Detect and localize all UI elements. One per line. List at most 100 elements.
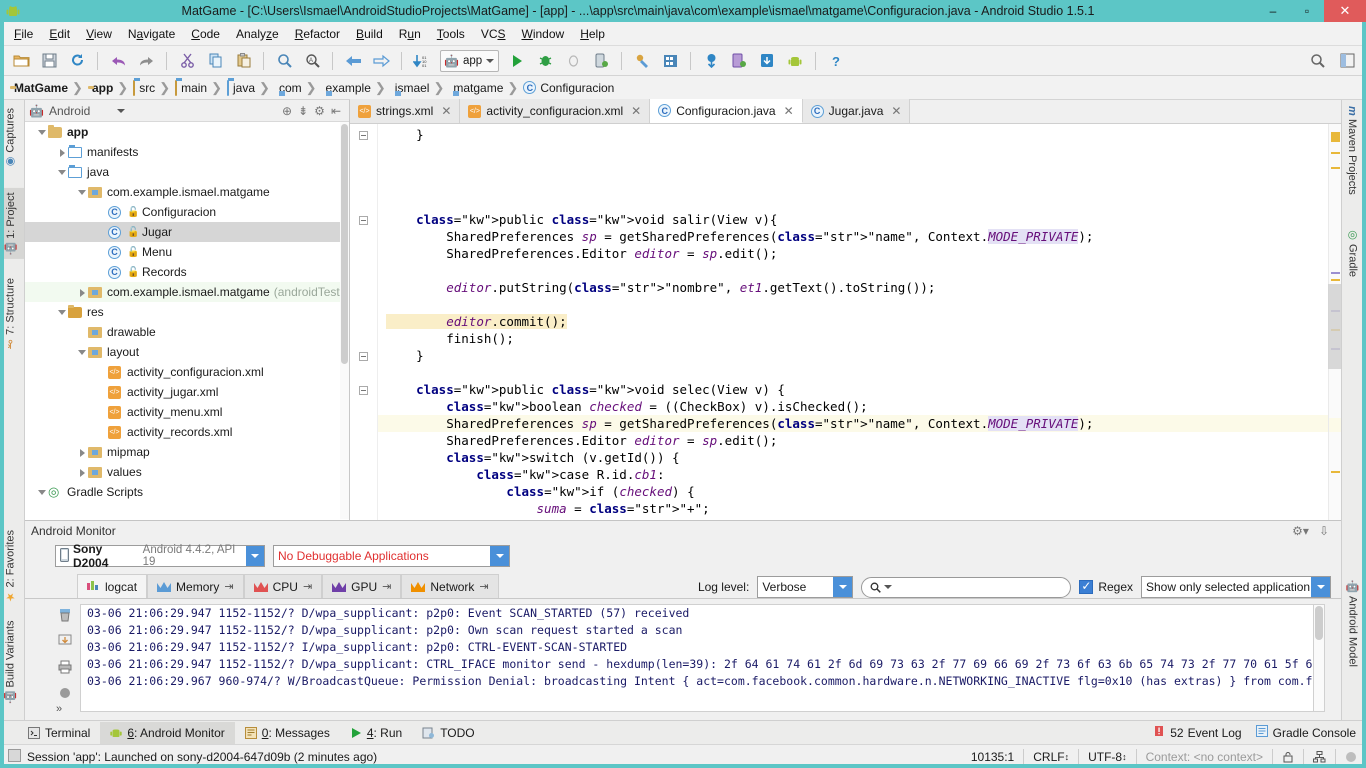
save-all-icon[interactable] [36, 49, 62, 73]
status-message[interactable]: Session 'app': Launched on sony-d2004-64… [27, 750, 377, 764]
sidebar-item-gradle[interactable]: ◎ Gradle [1346, 228, 1359, 277]
project-view-selector[interactable]: 🤖 Android [29, 104, 126, 118]
compile-icon[interactable]: 01 10 01 [409, 49, 435, 73]
collapse-all-icon[interactable]: ⇟ [298, 104, 308, 118]
breadcrumb-item-src[interactable]: src [129, 79, 158, 96]
sidebar-item-favorites[interactable]: ★ 2: Favorites [4, 530, 18, 603]
sdk-manager-icon[interactable] [629, 49, 655, 73]
lock-icon[interactable] [1272, 748, 1303, 765]
debuggable-app-selector[interactable]: No Debuggable Applications [273, 545, 510, 567]
maximize-button[interactable]: ▫ [1290, 0, 1324, 22]
code-line[interactable]: class="kw">switch (v.getId()) { [378, 449, 1341, 466]
monitor-tab-gpu[interactable]: GPU ⇥ [322, 574, 402, 598]
close-icon[interactable]: ✕ [441, 104, 451, 118]
close-icon[interactable]: ✕ [631, 104, 641, 118]
breadcrumb-item-com[interactable]: com [271, 81, 305, 95]
sidebar-item-build-variants[interactable]: 🤖 Build Variants [4, 620, 18, 704]
hide-panel-icon[interactable]: ⇤ [331, 104, 341, 118]
monitor-tab-network[interactable]: Network ⇥ [401, 574, 499, 598]
menu-item-run[interactable]: Run [391, 23, 429, 45]
breadcrumb-item-configuracion[interactable]: C Configuracion [519, 81, 617, 95]
code-line[interactable]: SharedPreferences sp = getSharedPreferen… [378, 228, 1341, 245]
bottom-tab-todo[interactable]: TODO [412, 722, 484, 744]
target-icon[interactable]: ⊕ [282, 104, 292, 118]
tree-item-activity-jugar-xml[interactable]: </> activity_jugar.xml [25, 382, 349, 402]
tree-item-layout[interactable]: layout [25, 342, 349, 362]
bottom-tab-terminal[interactable]: Terminal [18, 722, 100, 744]
fold-marker[interactable] [359, 131, 368, 140]
detach-icon[interactable]: ⇥ [479, 580, 488, 593]
cut-icon[interactable] [174, 49, 200, 73]
avd-manager-icon[interactable] [657, 49, 683, 73]
code-line[interactable] [378, 143, 1341, 160]
menu-item-analyze[interactable]: Analyze [228, 23, 287, 45]
tree-expander[interactable] [37, 127, 48, 138]
tree-item-gradle-scripts[interactable]: ◎ Gradle Scripts [25, 482, 349, 502]
tree-item-menu[interactable]: C 🔓 Menu [25, 242, 349, 262]
monitor-tab-logcat[interactable]: logcat [77, 574, 148, 598]
bottom-tab-0--messages[interactable]: 0: Messages [235, 722, 340, 744]
menu-item-navigate[interactable]: Navigate [120, 23, 183, 45]
copy-icon[interactable] [202, 49, 228, 73]
tree-item-activity-records-xml[interactable]: </> activity_records.xml [25, 422, 349, 442]
logcat-scrollbar[interactable] [1313, 604, 1325, 712]
code-line[interactable]: } [378, 126, 1341, 143]
debuggable-dropdown-button[interactable] [490, 546, 509, 566]
tree-item-app[interactable]: app [25, 122, 349, 142]
bottom-tab-6--android-monitor[interactable]: 6: Android Monitor [100, 721, 235, 744]
forward-icon[interactable] [368, 49, 394, 73]
breadcrumb-item-example[interactable]: example [318, 81, 374, 95]
tree-item-java[interactable]: java [25, 162, 349, 182]
run-configuration-selector[interactable]: 🤖 app [440, 49, 500, 72]
debug-icon[interactable] [532, 49, 558, 73]
tree-expander[interactable] [77, 347, 88, 358]
detach-icon[interactable]: ⇥ [303, 580, 312, 593]
sidebar-item-project[interactable]: 🤖 1: Project [1, 188, 24, 259]
bottom-tab-4--run[interactable]: 4: Run [340, 722, 412, 744]
tree-item-res[interactable]: res [25, 302, 349, 322]
menu-item-refactor[interactable]: Refactor [287, 23, 348, 45]
gradle-console-button[interactable]: Gradle Console [1255, 725, 1356, 740]
close-icon[interactable]: ✕ [891, 104, 901, 118]
device-dropdown-button[interactable] [245, 546, 264, 566]
sidebar-item-captures[interactable]: ◉ Captures [4, 108, 18, 169]
tree-item-com-example-ismael-matgame[interactable]: com.example.ismael.matgame [25, 182, 349, 202]
close-icon[interactable]: ✕ [784, 104, 794, 118]
editor-tab-strings-xml[interactable]: </> strings.xml ✕ [350, 99, 461, 123]
project-scrollbar-thumb[interactable] [341, 124, 348, 364]
sync-gradle-icon[interactable] [698, 49, 724, 73]
code-line[interactable] [378, 177, 1341, 194]
logcat-search-input[interactable] [861, 576, 1072, 598]
code-line[interactable] [378, 364, 1341, 381]
undo-icon[interactable] [105, 49, 131, 73]
menu-item-file[interactable]: File [6, 23, 41, 45]
tree-item-drawable[interactable]: drawable [25, 322, 349, 342]
hierarchy-icon[interactable] [1303, 748, 1335, 765]
tree-item-activity-menu-xml[interactable]: </> activity_menu.xml [25, 402, 349, 422]
replace-icon[interactable]: A [299, 49, 325, 73]
tree-expander[interactable] [37, 487, 48, 498]
code-line[interactable]: class="kw">if (checked) { [378, 483, 1341, 500]
layout-inspector-icon[interactable] [726, 49, 752, 73]
logcat-output[interactable]: 03-06 21:06:29.947 1152-1152/? D/wpa_sup… [80, 604, 1325, 712]
editor-scrollbar-thumb[interactable] [1328, 284, 1341, 369]
tree-item-mipmap[interactable]: mipmap [25, 442, 349, 462]
menu-item-edit[interactable]: Edit [41, 23, 78, 45]
error-stripe[interactable] [1328, 124, 1341, 520]
find-icon[interactable] [271, 49, 297, 73]
context-indicator[interactable]: Context: <no context> [1135, 748, 1272, 765]
menu-item-vcs[interactable]: VCS [473, 23, 514, 45]
project-scrollbar[interactable] [340, 122, 349, 519]
log-filter-dropdown-button[interactable] [1311, 577, 1330, 597]
back-icon[interactable] [340, 49, 366, 73]
code-line[interactable] [378, 296, 1341, 313]
coverage-icon[interactable] [560, 49, 586, 73]
sync-icon[interactable] [64, 49, 90, 73]
menu-item-help[interactable]: Help [572, 23, 613, 45]
tree-expander[interactable] [57, 167, 68, 178]
tree-item-com-example-ismael-matgame[interactable]: com.example.ismael.matgame (androidTest) [25, 282, 349, 302]
avd-icon[interactable] [782, 49, 808, 73]
editor-gutter[interactable] [350, 124, 378, 520]
code-line[interactable]: } [378, 347, 1341, 364]
monitor-tab-cpu[interactable]: CPU ⇥ [243, 574, 323, 598]
